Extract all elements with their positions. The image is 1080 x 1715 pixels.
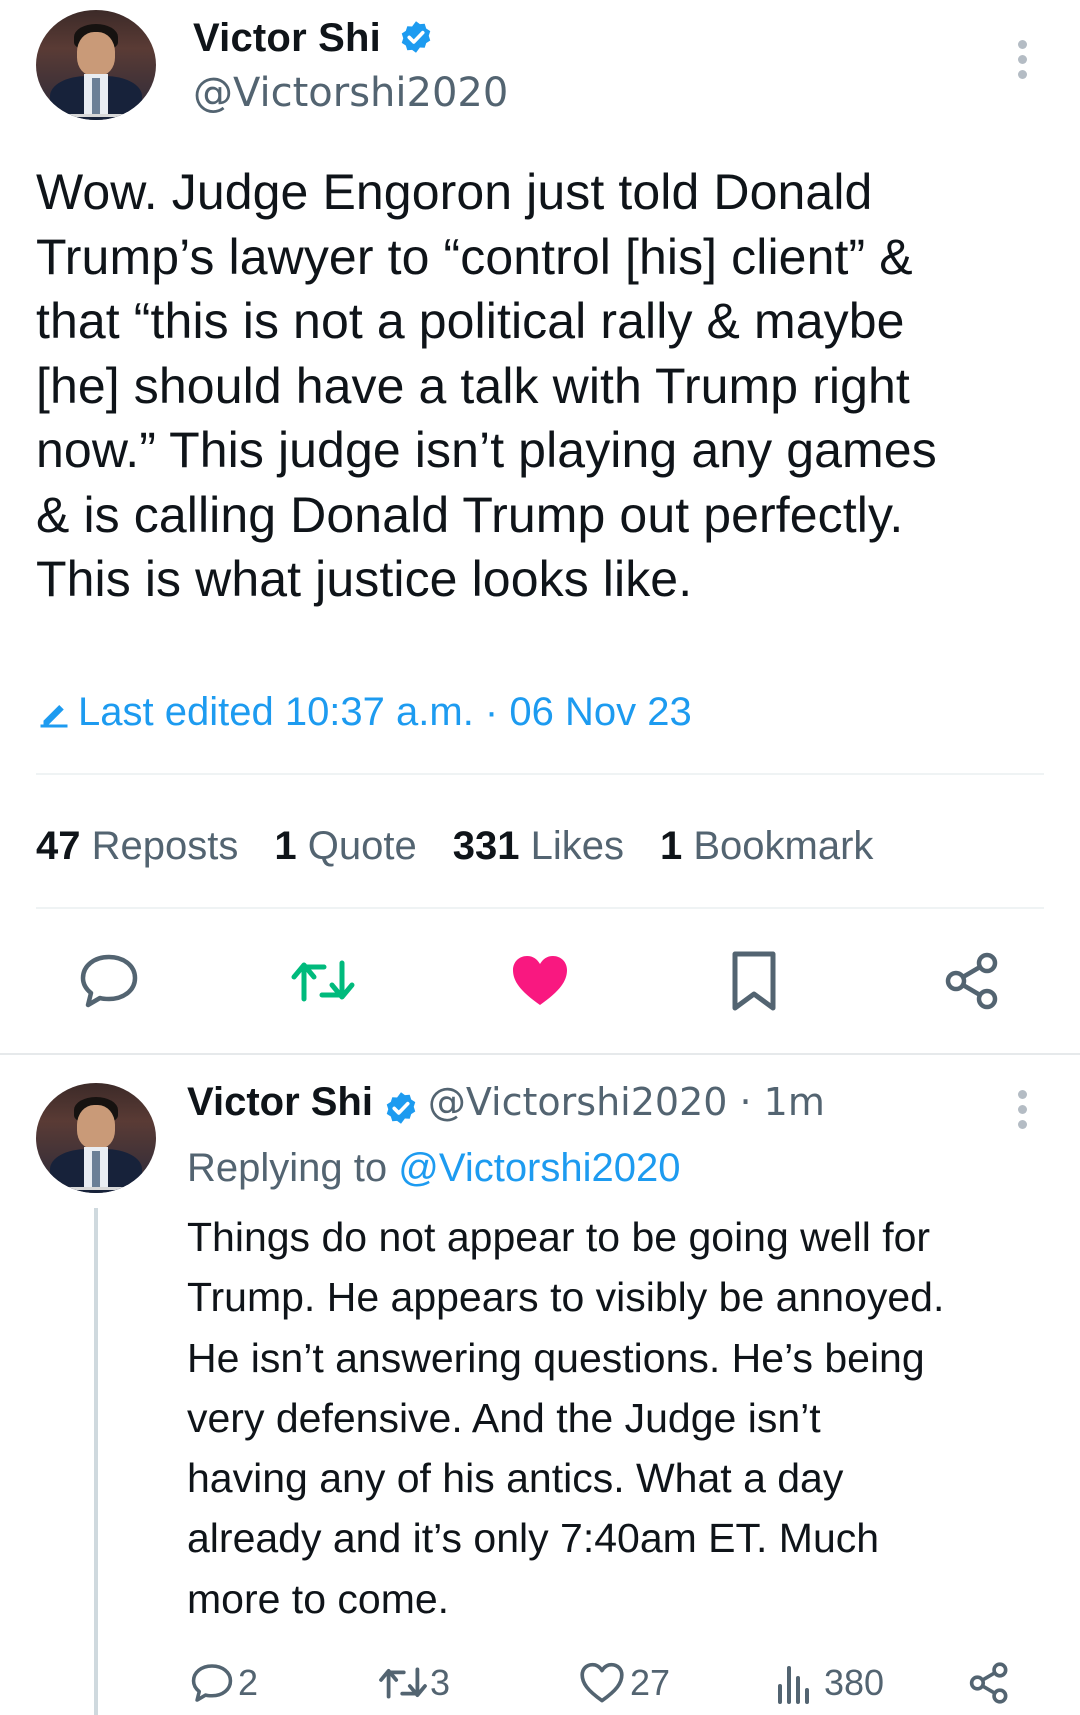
author-name-text[interactable]: Victor Shi bbox=[193, 16, 381, 60]
share-icon[interactable] bbox=[943, 951, 1001, 1011]
reply-author-avatar[interactable] bbox=[36, 1083, 156, 1193]
tweet-text-line: that “this is not a political rally & ma… bbox=[36, 293, 905, 349]
reply-count: 2 bbox=[238, 1662, 259, 1704]
quotes-stat[interactable]: 1 Quote bbox=[274, 824, 416, 868]
reply-text-line: He isn’t answering questions. He’s being bbox=[187, 1334, 925, 1381]
bookmark-icon[interactable] bbox=[729, 950, 779, 1012]
quotes-count: 1 bbox=[274, 824, 297, 868]
reply-text: Things do not appear to be going well fo… bbox=[187, 1207, 1067, 1629]
pencil-icon bbox=[40, 705, 68, 728]
views-count: 380 bbox=[824, 1662, 885, 1704]
bookmarks-stat[interactable]: 1 Bookmark bbox=[660, 824, 873, 868]
author-name[interactable]: Victor Shi bbox=[193, 16, 434, 61]
likes-count: 331 bbox=[452, 824, 520, 868]
thread-line bbox=[94, 1208, 98, 1715]
replying-to-handle-link[interactable]: @Victorshi2020 bbox=[398, 1146, 680, 1190]
reply-share-button[interactable] bbox=[968, 1660, 1010, 1705]
edit-history-link[interactable]: Last edited 10:37 a.m. · 06 Nov 23 bbox=[36, 690, 692, 735]
reply-author-name[interactable]: Victor Shi bbox=[187, 1080, 373, 1124]
tweet-text-line: Trump’s lawyer to “control [his] client”… bbox=[36, 228, 913, 285]
reply-text-line: Things do not appear to be going well fo… bbox=[187, 1214, 931, 1260]
tweet-text: Wow. Judge Engoron just told Donald Trum… bbox=[36, 160, 1056, 612]
tweet-text-line: Wow. Judge Engoron just told Donald bbox=[36, 164, 873, 220]
share-icon bbox=[969, 1662, 1008, 1705]
reply-text-line: very defensive. And the Judge isn’t bbox=[187, 1394, 821, 1441]
bookmarks-label: Bookmark bbox=[693, 824, 874, 868]
tweet-text-line: & is calling Donald Trump out perfectly. bbox=[36, 486, 904, 543]
replying-to-label: Replying to bbox=[187, 1146, 388, 1190]
more-options-icon[interactable] bbox=[1018, 40, 1028, 85]
reply-more-options-icon[interactable] bbox=[1018, 1090, 1028, 1135]
like-count: 27 bbox=[630, 1662, 671, 1704]
reply-handle-time[interactable]: @Victorshi2020 · 1m bbox=[428, 1080, 825, 1124]
reply-icon[interactable] bbox=[78, 953, 140, 1009]
like-outline-icon bbox=[580, 1663, 624, 1703]
likes-stat[interactable]: 331 Likes bbox=[453, 824, 624, 868]
reply-icon bbox=[191, 1664, 233, 1703]
reply-repost-button[interactable]: 3 bbox=[378, 1660, 450, 1704]
edited-timestamp[interactable]: Last edited 10:37 a.m. · 06 Nov 23 bbox=[78, 690, 692, 734]
views-chart-icon bbox=[778, 1666, 809, 1705]
verified-badge-icon bbox=[402, 21, 431, 54]
tweet-text-line: This is what justice looks like. bbox=[36, 551, 693, 607]
reposts-count: 47 bbox=[36, 824, 81, 868]
bookmarks-count: 1 bbox=[659, 824, 683, 868]
reply-action-bar: 2 3 27 380 bbox=[190, 1660, 1050, 1710]
likes-label: Likes bbox=[530, 824, 624, 868]
tweet-separator bbox=[0, 1053, 1080, 1055]
reply-text-line: Trump. He appears to visibly be annoyed. bbox=[187, 1274, 945, 1321]
reply-text-line: more to come. bbox=[187, 1575, 450, 1622]
reply-header: Victor Shi @Victorshi2020 · 1m bbox=[187, 1080, 825, 1126]
engagement-stats: 47 Reposts 1 Quote 331 Likes 1 Bookmark bbox=[36, 824, 873, 869]
quotes-label: Quote bbox=[307, 824, 417, 868]
repost-icon bbox=[379, 1667, 427, 1700]
tweet-text-line: [he] should have a talk with Trump right bbox=[36, 357, 910, 414]
repost-count: 3 bbox=[430, 1662, 451, 1704]
like-icon[interactable] bbox=[510, 953, 570, 1009]
divider bbox=[36, 773, 1044, 775]
repost-icon[interactable] bbox=[290, 955, 356, 1007]
reply-text-line: having any of his antics. What a day bbox=[187, 1455, 844, 1502]
author-handle[interactable]: @Victorshi2020 bbox=[193, 70, 508, 116]
verified-badge-icon bbox=[387, 1092, 416, 1124]
author-avatar[interactable] bbox=[36, 10, 156, 120]
reply-like-button[interactable]: 27 bbox=[580, 1660, 670, 1704]
reposts-label: Reposts bbox=[91, 824, 239, 868]
tweet-text-line: now.” This judge isn’t playing any games bbox=[36, 422, 937, 478]
replying-to: Replying to @Victorshi2020 bbox=[187, 1146, 681, 1191]
reply-reply-button[interactable]: 2 bbox=[190, 1660, 258, 1704]
reply-views-button[interactable]: 380 bbox=[776, 1660, 885, 1705]
reply-text-line: already and it’s only 7:40am ET. Much bbox=[187, 1515, 880, 1562]
reposts-stat[interactable]: 47 Reposts bbox=[36, 824, 238, 868]
divider bbox=[36, 907, 1044, 909]
